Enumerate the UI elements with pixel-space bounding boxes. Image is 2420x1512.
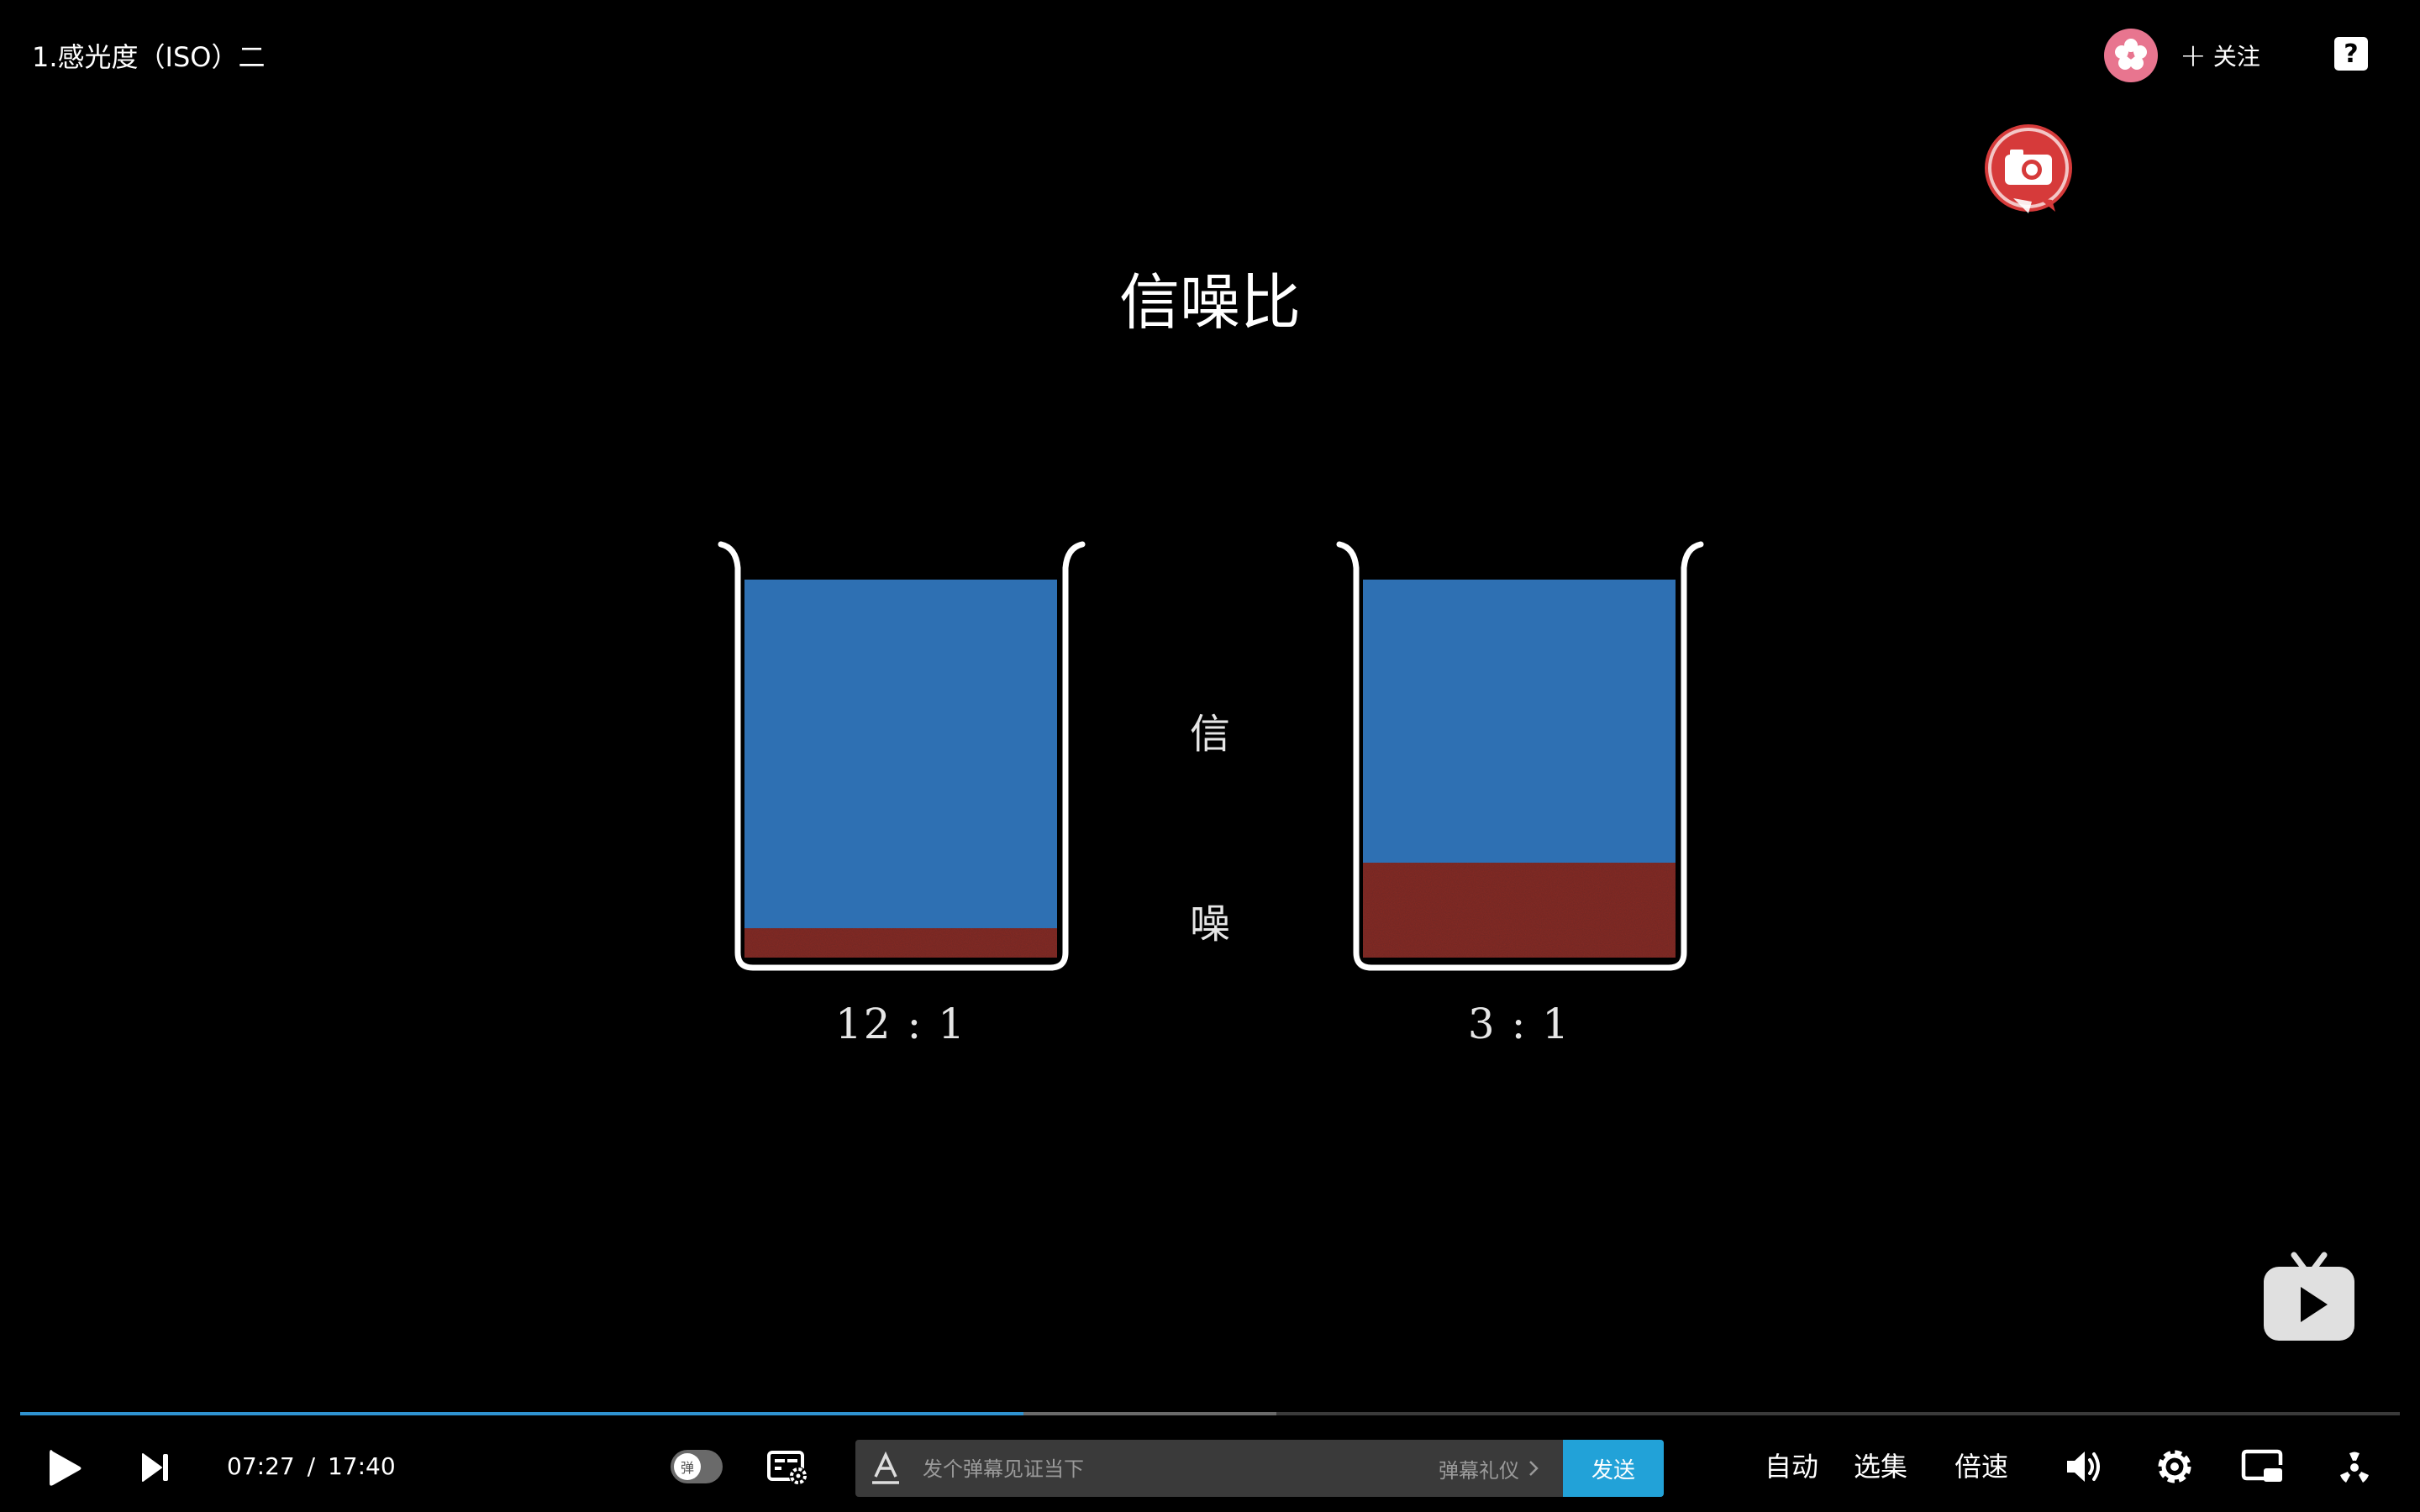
picture-in-picture-button[interactable] [2238,1445,2286,1488]
danmaku-input[interactable] [921,1452,1428,1487]
danmaku-settings-button[interactable] [765,1446,812,1488]
play-button[interactable] [42,1443,87,1494]
chevron-right-icon [1529,1461,1539,1476]
right-ratio-label: 3 : 1 [1467,1000,1571,1048]
time-separator: / [307,1452,316,1480]
episodes-button[interactable]: 选集 [1854,1450,1907,1483]
danmaku-settings-icon [767,1451,808,1485]
current-time: 07:27 [227,1452,295,1480]
frame-title: 信噪比 [1118,267,1301,338]
fullscreen-icon [2340,1452,2369,1483]
fullscreen-button[interactable] [2331,1443,2378,1490]
follow-button[interactable]: + 关注 [2180,35,2260,76]
text-style-icon [872,1452,899,1484]
picture-in-picture-icon [2241,1449,2283,1482]
danmaku-input-bar: 弹幕礼仪 发送 [855,1440,1664,1497]
left-noise-fill [744,928,1057,958]
help-button[interactable]: ? [2334,37,2368,71]
danmaku-style-button[interactable] [867,1450,904,1487]
uploader-avatar[interactable] [2104,29,2158,82]
left-beaker [718,541,1086,971]
right-noise-fill [1363,863,1676,958]
play-icon [50,1450,82,1486]
send-button[interactable]: 发送 [1563,1440,1664,1497]
left-signal-fill [744,580,1057,958]
gear-icon [2158,1450,2191,1483]
volume-icon [2067,1452,2100,1482]
follow-label: 关注 [2212,43,2260,71]
speed-button[interactable]: 倍速 [1954,1450,2008,1483]
danmaku-toggle-knob: 弹 [674,1453,701,1480]
next-icon [142,1453,168,1482]
tv-icon[interactable] [2259,1250,2360,1347]
left-ratio-label: 12 : 1 [834,1000,967,1048]
noise-label: 噪 [1189,900,1230,948]
volume-button[interactable] [2062,1445,2106,1488]
plus-icon: + [2180,37,2207,74]
played-bar [20,1412,1023,1415]
autoplay-button[interactable]: 自动 [1765,1450,1818,1483]
right-beaker [1336,541,1704,971]
danmaku-etiquette-label: 弹幕礼仪 [1439,1458,1519,1483]
signal-label: 信 [1189,711,1230,758]
danmaku-toggle[interactable]: 弹 [671,1450,723,1483]
duration: 17:40 [327,1452,396,1480]
next-button[interactable] [136,1446,175,1488]
settings-button[interactable] [2151,1443,2198,1490]
time-display: 07:27 / 17:40 [227,1452,396,1482]
right-signal-fill [1363,580,1676,958]
camera-badge-icon[interactable] [1980,121,2077,218]
flower-avatar-icon [2115,39,2147,70]
progress-bar[interactable] [20,1412,2400,1415]
danmaku-etiquette-link[interactable]: 弹幕礼仪 [1439,1452,1539,1485]
video-title: 1.感光度（ISO）二 [32,41,266,73]
